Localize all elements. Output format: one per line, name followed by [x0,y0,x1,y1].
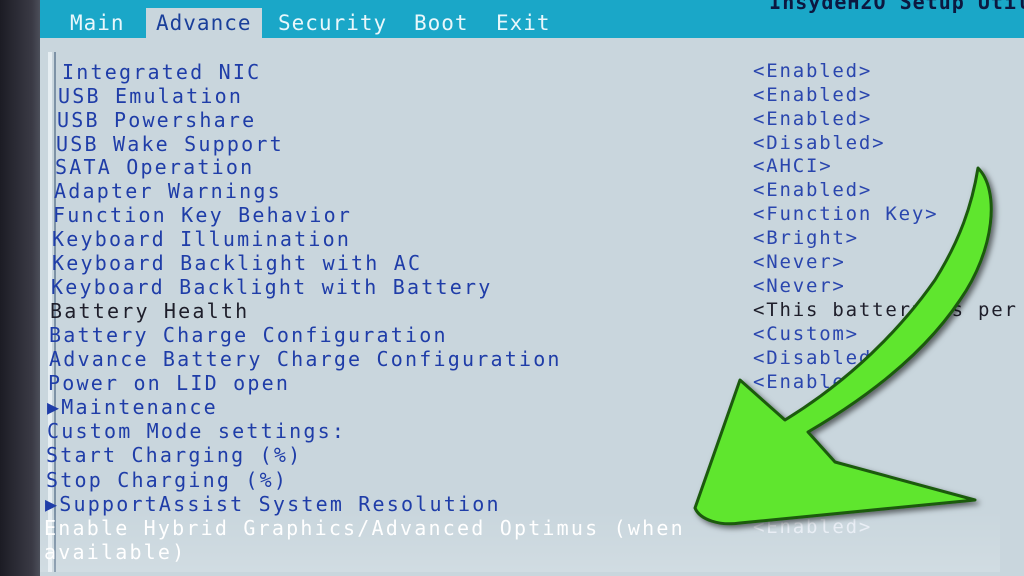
setting-value: <This battery is per [753,299,1018,321]
setting-value[interactable]: <Never> [753,275,846,297]
setting-value[interactable]: <Enabled> [753,516,872,538]
setting-label: available) [44,540,187,564]
setting-value[interactable]: <AHCI> [753,155,832,177]
setting-label: Keyboard Illumination [52,227,352,251]
setting-value[interactable]: <Disabled> [753,132,885,154]
tab-main[interactable]: Main [60,8,135,38]
setting-label: ▶Maintenance [47,395,218,419]
setting-value[interactable]: <Enabled> [753,84,872,106]
setting-label: Battery Health [50,299,250,323]
setting-label: Start Charging (%) [46,443,303,467]
setting-label: Advance Battery Charge Configuration [49,347,562,371]
setting-label: USB Powershare [57,108,257,132]
setting-label: Stop Charging (%) [46,468,289,492]
setting-value[interactable]: <Enabled> [753,60,872,82]
tab-exit[interactable]: Exit [486,8,561,38]
setting-value[interactable]: <Enabled> [753,371,872,393]
setting-label: Keyboard Backlight with AC [52,251,423,275]
setting-label: USB Wake Support [56,132,284,156]
setting-value[interactable]: <Custom> [753,323,859,345]
setting-label: Adapter Warnings [54,179,282,203]
setup-utility-title: InsydeH2O Setup Util [769,0,1024,14]
setting-label: Power on LID open [48,371,291,395]
setting-label: Function Key Behavior [53,203,353,227]
menu-bar: Main Advance Security Boot Exit InsydeH2… [40,0,1024,38]
setting-label: Integrated NIC [62,60,262,84]
setting-label: ▶SupportAssist System Resolution [45,492,501,516]
setting-value[interactable]: <Bright> [753,227,859,249]
setting-label: Battery Charge Configuration [49,323,448,347]
tab-security[interactable]: Security [268,8,397,38]
setting-value[interactable]: <Enabled> [753,179,872,201]
setting-value[interactable]: <Enabled> [753,108,872,130]
setting-value[interactable]: <Disabled> [753,347,885,369]
setting-value[interactable]: <Function Key> [753,203,938,225]
tab-advance[interactable]: Advance [146,8,262,38]
bios-screen: Main Advance Security Boot Exit InsydeH2… [40,0,1024,576]
setting-label: SATA Operation [55,155,255,179]
setting-label: Enable Hybrid Graphics/Advanced Optimus … [44,516,685,540]
setting-label: USB Emulation [58,84,244,108]
setting-label: Keyboard Backlight with Battery [51,275,493,299]
setting-value[interactable]: <Never> [753,251,846,273]
tab-boot[interactable]: Boot [404,8,479,38]
setting-label: Custom Mode settings: [47,419,347,443]
